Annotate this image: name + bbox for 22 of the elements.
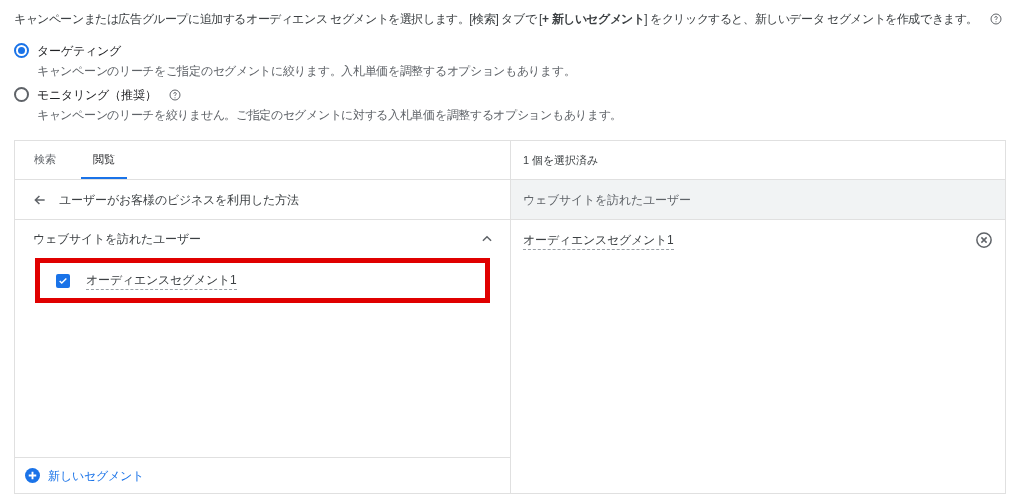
- group-header: ウェブサイトを訪れたユーザー: [511, 180, 1005, 220]
- option-label[interactable]: ターゲティング: [37, 42, 121, 60]
- option-description: キャンペーンのリーチを絞りません。ご指定のセグメントに対する入札単価を調整するオプションもあります。: [37, 107, 622, 124]
- option-label[interactable]: モニタリング（推奨）: [37, 86, 157, 104]
- check-icon: [58, 275, 68, 286]
- remove-icon[interactable]: [975, 231, 993, 249]
- breadcrumb-text: ユーザーがお客様のビジネスを利用した方法: [59, 191, 299, 209]
- tab[interactable]: 閲覧: [81, 141, 127, 179]
- group-title: ウェブサイトを訪れたユーザー: [33, 231, 201, 248]
- selected-segment: オーディエンスセグメント1: [523, 230, 674, 250]
- new-segment-button[interactable]: 新しいセグメント: [25, 466, 144, 485]
- selected-count: 1 個を選択済み: [523, 152, 599, 168]
- help-icon[interactable]: [169, 89, 181, 101]
- instruction-text: キャンペーンまたは広告グループに追加するオーディエンス セグメントを選択します。[検索] タブで [+ 新しいセグメント] をクリックすると、新しいデータ セグメントを作成できます。: [14, 11, 978, 28]
- segment-label[interactable]: オーディエンスセグメント1: [86, 271, 237, 290]
- help-icon[interactable]: [989, 13, 1002, 25]
- tab[interactable]: 検索: [29, 141, 61, 179]
- add-icon: [25, 468, 40, 483]
- radio-button[interactable]: [14, 43, 29, 58]
- radio-button[interactable]: [14, 87, 29, 102]
- checkbox[interactable]: [56, 273, 70, 288]
- option-description: キャンペーンのリーチをご指定のセグメントに絞ります。入札単価を調整するオプションもあります。: [37, 63, 576, 80]
